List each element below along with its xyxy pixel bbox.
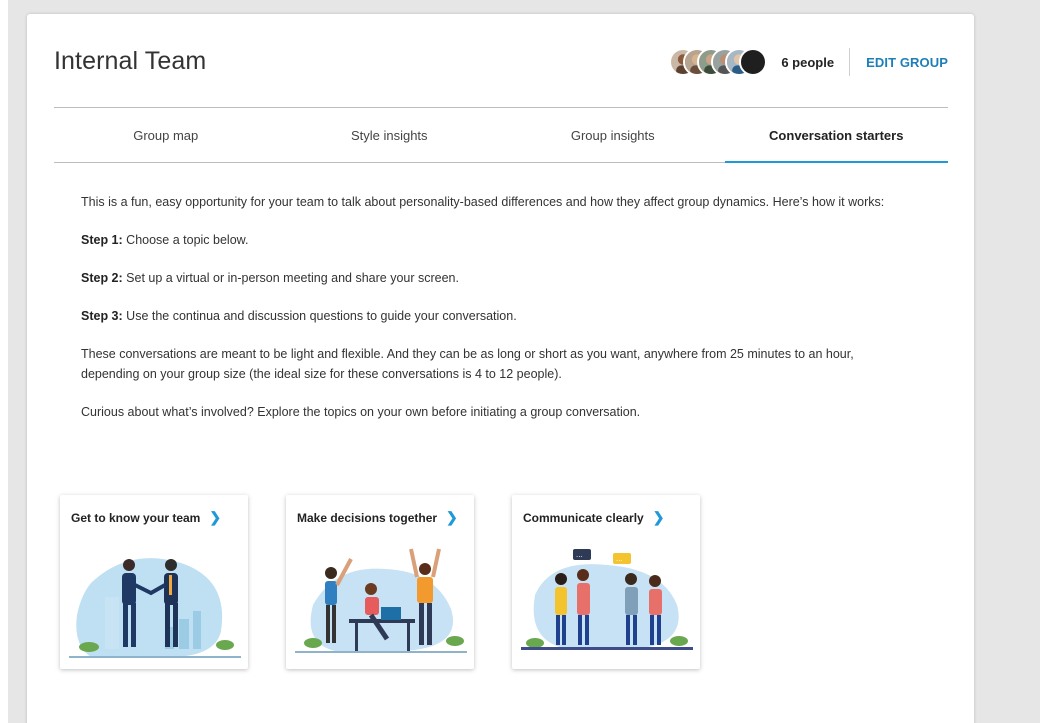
handshake-illustration xyxy=(69,558,241,658)
topic-title-label: Get to know your team xyxy=(71,510,201,525)
chevron-right-icon: ❯ xyxy=(652,509,665,525)
topic-card-make-decisions[interactable]: Make decisions together ❯ xyxy=(286,495,474,669)
divider xyxy=(849,48,851,76)
step-3: Step 3: Use the continua and discussion … xyxy=(81,306,901,326)
edit-group-button[interactable]: EDIT GROUP xyxy=(866,55,948,70)
intro-text: This is a fun, easy opportunity for your… xyxy=(81,195,885,209)
tab-bar: Group map Style insights Group insights … xyxy=(54,107,948,163)
step-3-label: Step 3: xyxy=(81,309,123,323)
topic-title[interactable]: Communicate clearly ❯ xyxy=(523,509,664,526)
step-1-label: Step 1: xyxy=(81,233,123,247)
note-text: These conversations are meant to be ligh… xyxy=(81,347,854,381)
team-celebration-illustration xyxy=(295,548,467,653)
topic-card-communicate-clearly[interactable]: Communicate clearly ❯ ... ... xyxy=(512,495,700,669)
avatar[interactable] xyxy=(739,48,768,76)
step-1-text: Choose a topic below. xyxy=(122,233,249,247)
topic-title-label: Communicate clearly xyxy=(523,510,644,525)
conversation-starters-content: This is a fun, easy opportunity for your… xyxy=(81,192,901,440)
page-title: Internal Team xyxy=(54,47,207,75)
avatar-stack[interactable] xyxy=(669,48,779,76)
topic-title-label: Make decisions together xyxy=(297,510,438,525)
explore-text: Curious about what’s involved? Explore t… xyxy=(81,405,641,419)
window-edge xyxy=(0,0,8,723)
chevron-right-icon: ❯ xyxy=(209,509,222,525)
chevron-right-icon: ❯ xyxy=(446,509,458,525)
tab-conversation-starters[interactable]: Conversation starters xyxy=(724,108,949,163)
topic-cards: Get to know your team ❯ Make decisions t… xyxy=(60,495,700,669)
team-conversation-illustration: ... ... xyxy=(521,549,693,650)
tab-group-map[interactable]: Group map xyxy=(54,108,278,162)
group-header: Internal Team 6 people EDIT GROUP xyxy=(54,14,948,107)
tab-group-insights[interactable]: Group insights xyxy=(501,108,725,162)
step-3-text: Use the continua and discussion question… xyxy=(122,309,517,323)
step-1: Step 1: Choose a topic below. xyxy=(81,230,901,250)
group-members-bar: 6 people EDIT GROUP xyxy=(669,48,948,76)
step-2-label: Step 2: xyxy=(81,271,123,285)
people-count: 6 people xyxy=(781,54,835,70)
step-2-text: Set up a virtual or in-person meeting an… xyxy=(122,271,459,285)
topic-title[interactable]: Make decisions together ❯ xyxy=(297,509,458,526)
topic-title[interactable]: Get to know your team ❯ xyxy=(71,509,221,526)
tab-style-insights[interactable]: Style insights xyxy=(278,108,502,162)
svg-text:...: ... xyxy=(616,555,623,563)
svg-text:...: ... xyxy=(576,551,583,559)
step-2: Step 2: Set up a virtual or in-person me… xyxy=(81,268,901,288)
topic-card-get-to-know[interactable]: Get to know your team ❯ xyxy=(60,495,248,669)
